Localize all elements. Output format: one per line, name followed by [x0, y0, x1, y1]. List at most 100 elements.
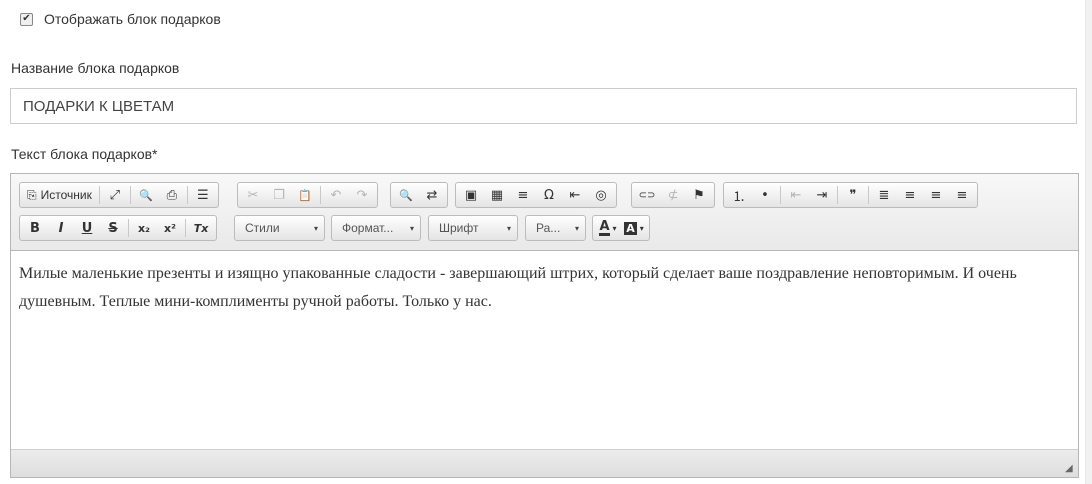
- bullet-list-button[interactable]: •: [752, 184, 778, 206]
- superscript-button[interactable]: x²: [157, 217, 183, 239]
- outdent-icon: ⇤: [790, 187, 802, 203]
- table-button[interactable]: ▦: [484, 184, 510, 206]
- align-right-button[interactable]: ≡: [949, 184, 975, 206]
- show-gifts-label[interactable]: Отображать блок подарков: [44, 11, 221, 27]
- subscript-icon: x₂: [138, 221, 150, 235]
- undo-icon: ↶: [330, 187, 342, 203]
- quote-icon: ❞: [849, 187, 857, 203]
- font-size-dropdown-label: Ра...: [536, 221, 561, 235]
- indent-icon: ⇥: [816, 187, 828, 203]
- chevron-down-icon: ▾: [313, 223, 318, 233]
- rich-text-editor: ⎘ Источник ⤢ 🔍 ⎙ ☰ ✂ ❐ 📋 ↶ ↷ 🔍 ⇄ ▣ ▦ ≡ Ω…: [10, 173, 1079, 478]
- subscript-button[interactable]: x₂: [131, 217, 157, 239]
- show-gifts-checkbox[interactable]: ✔: [20, 12, 33, 26]
- table-icon: ▦: [490, 187, 504, 203]
- chevron-down-icon: ▾: [639, 223, 644, 233]
- replace-button[interactable]: ⇄: [419, 184, 445, 206]
- toolbar-separator: [868, 186, 869, 204]
- strike-button[interactable]: S: [100, 217, 126, 239]
- source-button[interactable]: ⎘ Источник: [22, 184, 97, 206]
- font-dropdown[interactable]: Шрифт ▾: [428, 215, 518, 241]
- iframe-button[interactable]: ◎: [588, 184, 614, 206]
- numbered-list-button[interactable]: ⒈: [726, 184, 752, 206]
- copy-icon: ❐: [273, 187, 285, 203]
- page-scrollbar[interactable]: [1085, 0, 1092, 484]
- link-button[interactable]: ⊂⊃: [634, 184, 660, 206]
- numbered-list-icon: ⒈: [732, 189, 746, 205]
- toolbar-group-find: 🔍 ⇄: [390, 182, 448, 208]
- remove-format-icon: Tx: [193, 221, 209, 235]
- editor-toolbar: ⎘ Источник ⤢ 🔍 ⎙ ☰ ✂ ❐ 📋 ↶ ↷ 🔍 ⇄ ▣ ▦ ≡ Ω…: [11, 174, 1078, 251]
- globe-icon: ◎: [595, 187, 607, 203]
- resize-grip-icon[interactable]: ◢: [1065, 464, 1075, 474]
- blockquote-button[interactable]: ❞: [840, 184, 866, 206]
- templates-button[interactable]: ☰: [190, 184, 216, 206]
- page-break-button[interactable]: ⇤: [562, 184, 588, 206]
- toolbar-separator: [186, 186, 188, 204]
- chevron-down-icon: ▾: [574, 223, 579, 233]
- toolbar-group-document: ⎘ Источник ⤢ 🔍 ⎙ ☰: [19, 182, 219, 208]
- undo-button[interactable]: ↶: [323, 184, 349, 206]
- format-dropdown-label: Формат...: [342, 221, 394, 235]
- text-color-icon: A: [599, 219, 610, 236]
- cut-icon: ✂: [247, 187, 259, 203]
- copy-button[interactable]: ❐: [266, 184, 292, 206]
- horizontal-line-button[interactable]: ≡: [510, 184, 536, 206]
- toolbar-group-colors: A ▾ A ▾: [592, 215, 650, 241]
- maximize-icon: ⤢: [109, 187, 121, 203]
- bold-button[interactable]: B: [22, 217, 48, 239]
- find-button[interactable]: 🔍: [393, 184, 419, 206]
- horizontal-line-icon: ≡: [517, 187, 529, 203]
- gift-title-value: ПОДАРКИ К ЦВЕТАМ: [23, 97, 175, 115]
- font-size-dropdown[interactable]: Ра... ▾: [525, 215, 586, 241]
- bold-icon: B: [30, 220, 40, 236]
- styles-dropdown[interactable]: Стили ▾: [234, 215, 325, 241]
- align-left-button[interactable]: ≡: [923, 184, 949, 206]
- toolbar-separator: [128, 219, 129, 237]
- print-button[interactable]: ⎙: [159, 184, 185, 206]
- editor-content-area[interactable]: Милые маленькие презенты и изящно упаков…: [11, 251, 1078, 449]
- unlink-icon: ⊄: [667, 187, 679, 203]
- redo-icon: ↷: [356, 187, 368, 203]
- background-color-button[interactable]: A ▾: [621, 217, 647, 239]
- templates-icon: ☰: [197, 187, 209, 203]
- redo-button[interactable]: ↷: [349, 184, 375, 206]
- check-mark-icon: ✔: [22, 13, 31, 24]
- font-dropdown-label: Шрифт: [439, 221, 479, 235]
- show-gifts-row[interactable]: ✔ Отображать блок подарков: [20, 11, 221, 27]
- toolbar-separator: [320, 186, 321, 204]
- styles-dropdown-label: Стили: [245, 221, 280, 235]
- toolbar-group-links: ⊂⊃ ⊄ ⚑: [631, 182, 715, 208]
- image-button[interactable]: ▣: [458, 184, 484, 206]
- outdent-button[interactable]: ⇤: [783, 184, 809, 206]
- toolbar-group-paragraph: ⒈ • ⇤ ⇥ ❞ ≣ ≡ ≡ ≡: [723, 182, 978, 208]
- align-center-button[interactable]: ≡: [897, 184, 923, 206]
- print-icon: ⎙: [166, 187, 178, 203]
- chevron-down-icon: ▾: [506, 223, 511, 233]
- unlink-button[interactable]: ⊄: [660, 184, 686, 206]
- flag-icon: ⚑: [693, 187, 705, 203]
- anchor-button[interactable]: ⚑: [686, 184, 712, 206]
- align-right-icon: ≡: [956, 187, 968, 203]
- special-char-button[interactable]: Ω: [536, 184, 562, 206]
- text-color-button[interactable]: A ▾: [595, 217, 621, 239]
- maximize-button[interactable]: ⤢: [102, 184, 128, 206]
- source-label: Источник: [40, 188, 92, 202]
- align-justify-button[interactable]: ≣: [871, 184, 897, 206]
- underline-button[interactable]: U: [74, 217, 100, 239]
- preview-button[interactable]: 🔍: [133, 184, 159, 206]
- indent-button[interactable]: ⇥: [809, 184, 835, 206]
- gift-title-input[interactable]: ПОДАРКИ К ЦВЕТАМ: [10, 88, 1077, 124]
- omega-icon: Ω: [544, 187, 554, 203]
- format-dropdown[interactable]: Формат... ▾: [331, 215, 421, 241]
- align-center-icon: ≡: [904, 187, 916, 203]
- paste-button[interactable]: 📋: [292, 184, 318, 206]
- cut-button[interactable]: ✂: [240, 184, 266, 206]
- superscript-icon: x²: [164, 221, 176, 235]
- italic-button[interactable]: I: [48, 217, 74, 239]
- paste-icon: 📋: [298, 188, 312, 202]
- chevron-down-icon: ▾: [409, 223, 414, 233]
- italic-icon: I: [58, 220, 64, 236]
- remove-format-button[interactable]: Tx: [188, 217, 214, 239]
- toolbar-group-clipboard: ✂ ❐ 📋 ↶ ↷: [237, 182, 378, 208]
